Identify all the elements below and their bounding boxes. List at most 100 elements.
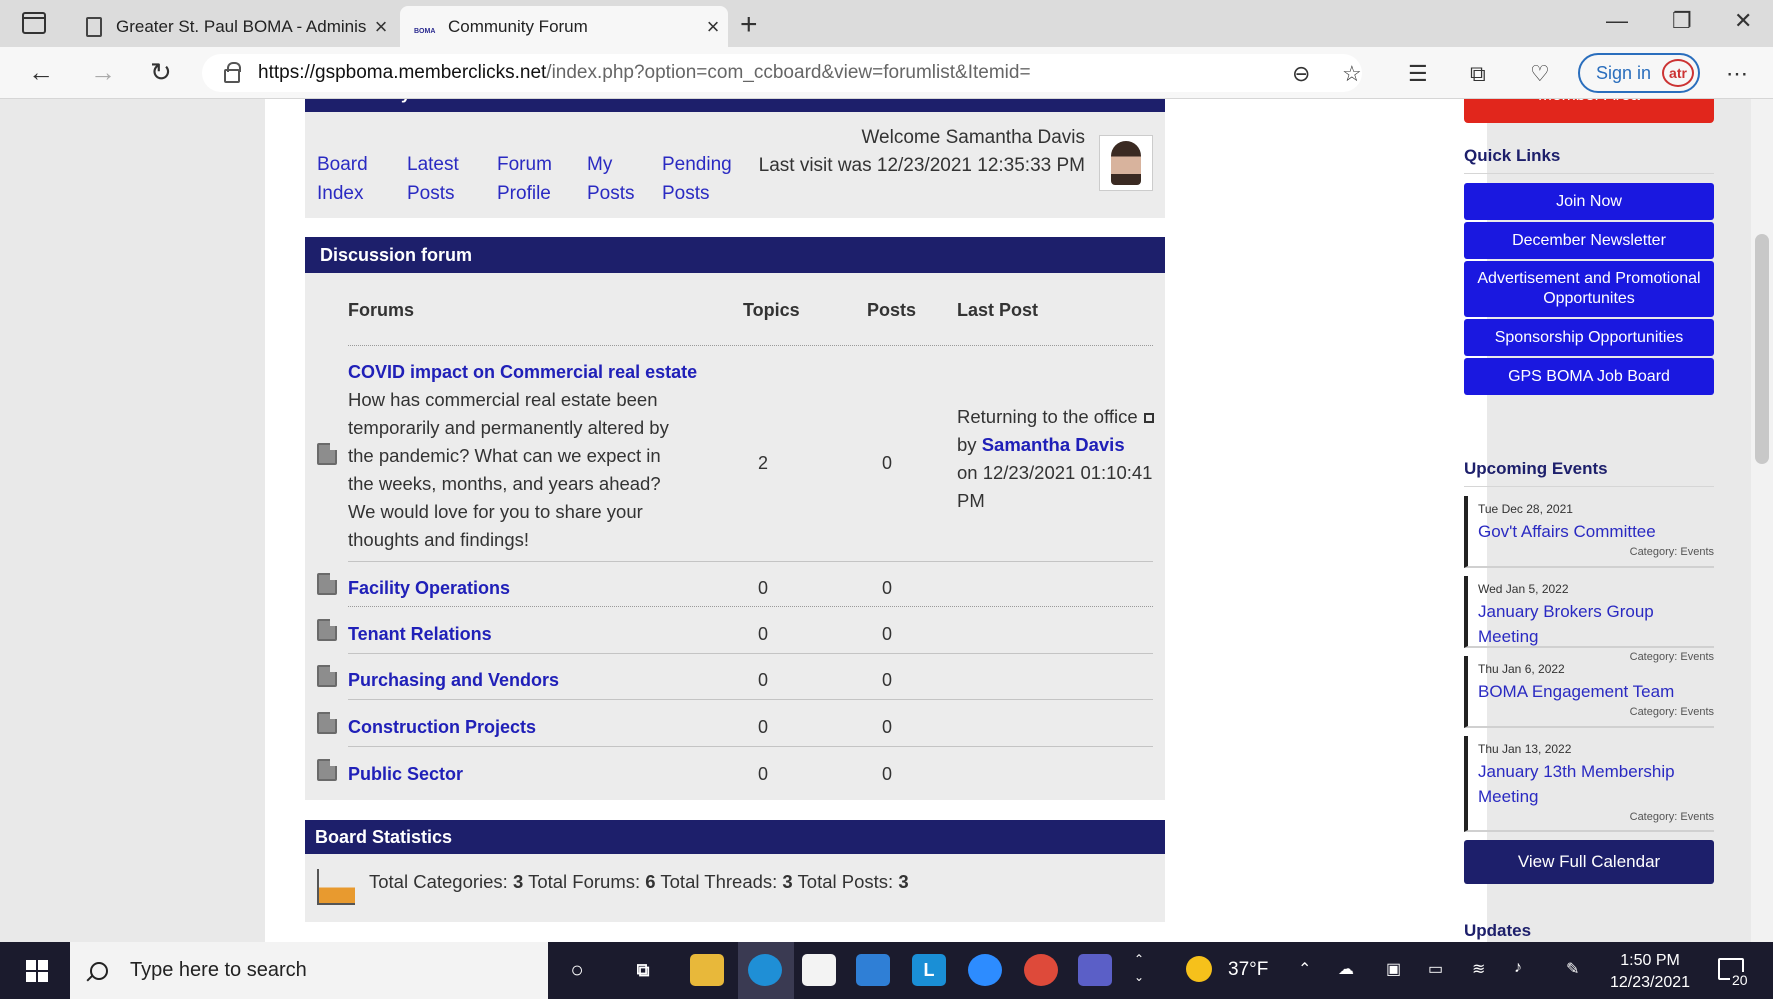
overflow-icon[interactable]: ⌃ ⌄: [1134, 950, 1144, 986]
forum-title-covid[interactable]: COVID impact on Commercial real estate: [348, 362, 697, 383]
upcoming-events-title: Upcoming Events: [1464, 459, 1608, 478]
cortana-icon[interactable]: ○: [560, 954, 594, 986]
refresh-icon[interactable]: ↻: [150, 57, 172, 88]
search-icon: [90, 961, 108, 980]
browser-essentials-icon[interactable]: ♡: [1530, 61, 1550, 87]
user-avatar[interactable]: [1099, 135, 1153, 191]
updates-title: Updates: [1464, 921, 1532, 940]
forum-title[interactable]: Purchasing and Vendors: [348, 670, 559, 691]
edge-icon[interactable]: [748, 954, 782, 986]
file-explorer-icon[interactable]: [690, 954, 724, 986]
windows-start-icon[interactable]: [26, 960, 48, 982]
wifi-icon[interactable]: ≋: [1472, 959, 1485, 979]
collections-icon[interactable]: ⧉: [1470, 61, 1486, 87]
sign-in-button[interactable]: Sign in atr: [1578, 53, 1700, 93]
tab-boma-admin[interactable]: Greater St. Paul BOMA - Adminis ×: [76, 6, 396, 47]
stat-label: Total Threads:: [660, 871, 778, 892]
event-title[interactable]: BOMA Engagement Team: [1478, 679, 1714, 704]
community-forum-header: Community Forum: [305, 99, 1165, 112]
weather-icon[interactable]: [1186, 956, 1212, 982]
show-hidden-icon[interactable]: ⌃: [1298, 959, 1311, 979]
stat-value: 3: [782, 871, 793, 892]
search-placeholder: Type here to search: [130, 959, 307, 981]
member-area-button[interactable]: Member Area: [1464, 99, 1714, 123]
event-item[interactable]: Tue Dec 28, 2021 Gov't Affairs Committee…: [1464, 496, 1714, 568]
clock-time: 1:50 PM: [1620, 952, 1680, 969]
posts-count: 0: [881, 453, 892, 473]
forward-icon[interactable]: →: [90, 57, 116, 88]
forum-nav: Board Index Latest Posts Forum Profile M…: [317, 150, 752, 208]
tab-actions-icon[interactable]: [22, 12, 46, 34]
more-menu-icon[interactable]: ⋯: [1726, 61, 1748, 87]
event-date: Wed Jan 5, 2022: [1478, 582, 1569, 596]
event-item[interactable]: Thu Jan 6, 2022 BOMA Engagement Team Cat…: [1464, 656, 1714, 728]
job-board-button[interactable]: GPS BOMA Job Board: [1464, 358, 1714, 395]
address-toolbar: ← → ↻ https://gspboma.memberclicks.net/i…: [0, 47, 1773, 99]
lock-icon: [224, 62, 241, 83]
close-icon[interactable]: ×: [366, 14, 396, 40]
onedrive-icon[interactable]: ☁: [1338, 959, 1354, 979]
topics-count: 0: [757, 624, 768, 644]
nav-latest-posts[interactable]: Latest Posts: [407, 150, 497, 208]
new-tab-icon[interactable]: +: [740, 8, 758, 42]
event-title[interactable]: January 13th Membership Meeting: [1478, 759, 1714, 809]
external-link-icon[interactable]: [1143, 413, 1154, 423]
join-now-button[interactable]: Join Now: [1464, 183, 1714, 220]
last-post-user[interactable]: Samantha Davis: [982, 434, 1125, 455]
device-icon[interactable]: ▣: [1386, 959, 1401, 979]
mail-icon[interactable]: [856, 954, 890, 986]
favorite-add-icon[interactable]: ☆: [1342, 61, 1362, 87]
l-app-icon[interactable]: L: [912, 954, 946, 986]
forum-title[interactable]: Public Sector: [348, 764, 463, 785]
divider: [1464, 486, 1714, 487]
teams-icon[interactable]: [1078, 954, 1112, 986]
event-category: Category: Events: [1629, 706, 1714, 718]
favorites-icon[interactable]: ☰: [1408, 61, 1428, 87]
nav-my-posts[interactable]: My Posts: [587, 150, 662, 208]
event-title[interactable]: January Brokers Group Meeting: [1478, 599, 1714, 649]
tab-community-forum[interactable]: BOMA Community Forum ×: [400, 6, 728, 47]
close-icon[interactable]: ×: [698, 14, 728, 40]
last-post-title[interactable]: Returning to the office: [957, 406, 1138, 427]
pen-icon[interactable]: ✎: [1566, 959, 1579, 979]
url-path: /index.php?option=com_ccboard&view=forum…: [546, 62, 1031, 83]
event-date: Thu Jan 6, 2022: [1478, 662, 1565, 676]
window-close-icon[interactable]: ✕: [1734, 8, 1752, 34]
volume-icon[interactable]: ♪: [1514, 959, 1522, 977]
profile-avatar-icon: atr: [1662, 59, 1694, 87]
december-newsletter-button[interactable]: December Newsletter: [1464, 222, 1714, 259]
url-host: https://gspboma.memberclicks.net: [258, 62, 547, 83]
nav-board-index[interactable]: Board Index: [317, 150, 407, 208]
restore-icon[interactable]: ❐: [1672, 8, 1692, 34]
temperature[interactable]: 37°F: [1228, 959, 1268, 981]
event-title[interactable]: Gov't Affairs Committee: [1478, 519, 1714, 544]
event-item[interactable]: Thu Jan 13, 2022 January 13th Membership…: [1464, 736, 1714, 832]
view-full-calendar-button[interactable]: View Full Calendar: [1464, 840, 1714, 884]
zoom-icon[interactable]: [968, 954, 1002, 986]
forum-title[interactable]: Facility Operations: [348, 578, 510, 599]
clock[interactable]: 1:50 PM 12/23/2021: [1610, 950, 1690, 994]
scroll-thumb[interactable]: [1755, 234, 1769, 464]
topics-count: 0: [757, 764, 768, 784]
zoom-out-icon[interactable]: ⊖: [1292, 61, 1310, 87]
forum-title[interactable]: Tenant Relations: [348, 624, 492, 645]
col-last-post: Last Post: [957, 300, 1039, 320]
nav-forum-profile[interactable]: Forum Profile: [497, 150, 587, 208]
page-scrollbar[interactable]: [1751, 99, 1773, 942]
store-icon[interactable]: [802, 954, 836, 986]
minimize-icon[interactable]: —: [1606, 8, 1628, 34]
back-icon[interactable]: ←: [28, 57, 54, 88]
task-view-icon[interactable]: ⧉: [626, 954, 660, 986]
posts-count: 0: [881, 764, 892, 784]
advertisement-button[interactable]: Advertisement and Promotional Opportunit…: [1464, 261, 1714, 317]
forum-table: Forums Topics Posts Last Post COVID impa…: [305, 273, 1165, 800]
posts-count: 0: [881, 717, 892, 737]
taskbar-search[interactable]: Type here to search: [70, 942, 548, 999]
sponsorship-button[interactable]: Sponsorship Opportunities: [1464, 319, 1714, 356]
url-field[interactable]: https://gspboma.memberclicks.net/index.p…: [202, 54, 1362, 92]
battery-icon[interactable]: ▭: [1428, 959, 1443, 979]
chrome-icon[interactable]: [1024, 954, 1058, 986]
col-topics: Topics: [743, 300, 800, 320]
forum-title[interactable]: Construction Projects: [348, 717, 536, 738]
event-item[interactable]: Wed Jan 5, 2022 January Brokers Group Me…: [1464, 576, 1714, 663]
